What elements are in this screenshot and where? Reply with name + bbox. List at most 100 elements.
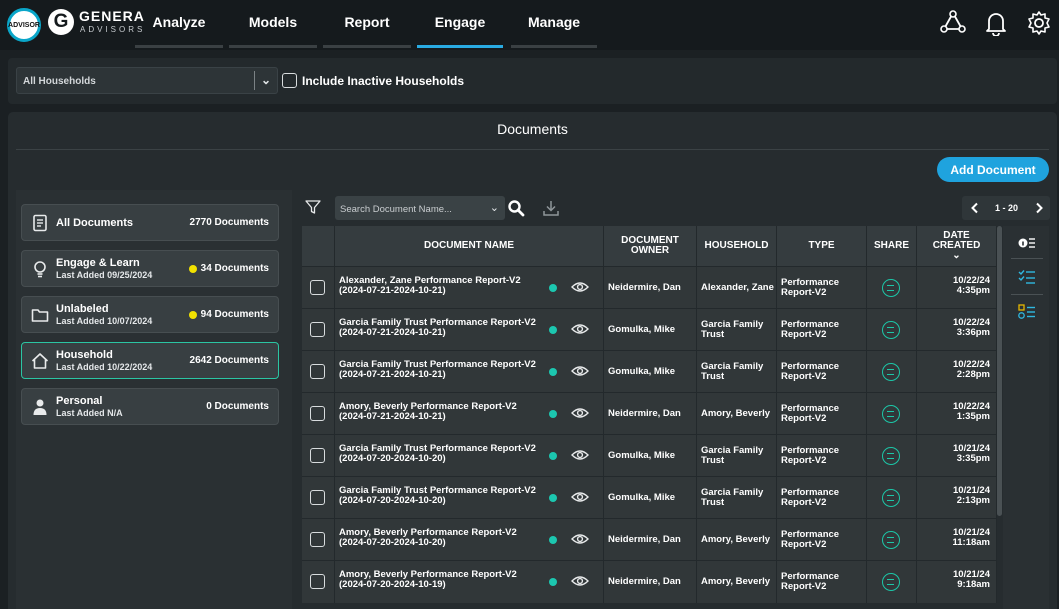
add-document-button[interactable]: Add Document <box>937 157 1049 182</box>
sort-chevron-icon[interactable]: ⌄ <box>952 250 960 261</box>
nav-models[interactable]: Models <box>229 0 317 50</box>
row-checkbox[interactable] <box>310 364 325 379</box>
checklist-icon[interactable] <box>1018 269 1036 285</box>
type-line: Report-V2 <box>781 329 827 340</box>
share-icon[interactable] <box>882 447 900 465</box>
nav-report[interactable]: Report <box>323 0 411 50</box>
share-icon[interactable] <box>882 321 900 339</box>
row-checkbox[interactable] <box>310 280 325 295</box>
household-cell: Garcia Family Trust <box>697 477 777 519</box>
row-checkbox[interactable] <box>310 532 325 547</box>
select-separator <box>254 71 255 90</box>
category-household[interactable]: Household Last Added 10/22/2024 2642 Doc… <box>21 342 279 379</box>
document-name-cell[interactable]: Garcia Family Trust Performance Report-V… <box>335 435 604 477</box>
eye-icon[interactable] <box>571 532 589 546</box>
header-household[interactable]: HOUSEHOLD <box>697 226 777 266</box>
eye-icon[interactable] <box>571 322 589 336</box>
household-name: Amory, Beverly <box>701 409 770 419</box>
category-unlabeled[interactable]: Unlabeled Last Added 10/07/2024 94 Docum… <box>21 296 279 333</box>
type-cell: Performance Report-V2 <box>777 561 867 603</box>
nav-manage[interactable]: Manage <box>511 0 597 50</box>
network-icon[interactable] <box>940 10 966 36</box>
chevron-down-icon[interactable]: ⌄ <box>261 73 271 87</box>
household-name: Amory, Beverly <box>701 535 770 545</box>
household-select[interactable]: All Households ⌄ <box>16 67 278 94</box>
row-checkbox[interactable] <box>310 322 325 337</box>
row-checkbox[interactable] <box>310 448 325 463</box>
document-name-cell[interactable]: Garcia Family Trust Performance Report-V… <box>335 477 604 519</box>
download-icon[interactable] <box>542 199 560 217</box>
row-checkbox[interactable] <box>310 490 325 505</box>
eye-icon[interactable] <box>571 490 589 504</box>
bell-icon[interactable] <box>983 10 1009 36</box>
row-select-cell <box>302 519 335 561</box>
share-icon[interactable] <box>882 363 900 381</box>
header-document-name[interactable]: DOCUMENT NAME <box>335 226 604 266</box>
share-icon[interactable] <box>882 405 900 423</box>
document-name-cell[interactable]: Garcia Family Trust Performance Report-V… <box>335 309 604 351</box>
table-row[interactable]: Garcia Family Trust Performance Report-V… <box>302 350 997 393</box>
document-owner-cell: Neidermire, Dan <box>604 519 697 561</box>
filter-icon[interactable] <box>305 199 321 215</box>
document-owner-cell: Neidermire, Dan <box>604 561 697 603</box>
nav-analyze[interactable]: Analyze <box>135 0 223 50</box>
table-row[interactable]: Amory, Beverly Performance Report-V2 (202… <box>302 518 997 561</box>
table-row[interactable]: Garcia Family Trust Performance Report-V… <box>302 308 997 351</box>
date-created-cell: 10/22/24 2:28pm <box>917 351 997 393</box>
document-name-cell[interactable]: Amory, Beverly Performance Report-V2 (202… <box>335 561 604 603</box>
search-icon[interactable] <box>507 199 525 217</box>
lightbulb-icon <box>34 261 46 278</box>
document-search-input[interactable]: Search Document Name... ⌄ <box>335 196 505 220</box>
document-type: Performance Report-V2 <box>781 404 839 424</box>
eye-icon[interactable] <box>571 574 589 588</box>
document-name-cell[interactable]: Amory, Beverly Performance Report-V2 (202… <box>335 519 604 561</box>
table-scrollbar[interactable] <box>997 226 1002 516</box>
table-row[interactable]: Amory, Beverly Performance Report-V2 (202… <box>302 560 997 603</box>
category-count-text: 34 Documents <box>200 263 269 274</box>
include-inactive-checkbox[interactable] <box>282 73 297 88</box>
chevron-left-icon[interactable] <box>970 202 980 214</box>
header-label: TYPE <box>808 240 835 251</box>
document-owner-cell: Gomulka, Mike <box>604 351 697 393</box>
table-row[interactable]: Alexander, Zane Performance Report-V2 (20… <box>302 266 997 309</box>
document-name-cell[interactable]: Amory, Beverly Performance Report-V2 (202… <box>335 393 604 435</box>
share-icon[interactable] <box>882 489 900 507</box>
row-select-cell <box>302 267 335 309</box>
document-date-range: (2024-07-21-2024-10-21) <box>339 411 446 422</box>
person-icon <box>33 399 47 415</box>
table-row[interactable]: Garcia Family Trust Performance Report-V… <box>302 434 997 477</box>
panel-divider <box>16 149 1049 150</box>
document-name-cell[interactable]: Alexander, Zane Performance Report-V2 (20… <box>335 267 604 309</box>
document-owner: Neidermire, Dan <box>608 282 681 293</box>
category-all-documents[interactable]: All Documents 2770 Documents <box>21 204 279 241</box>
share-icon[interactable] <box>882 279 900 297</box>
header-type[interactable]: TYPE <box>777 226 867 266</box>
eye-icon[interactable] <box>571 364 589 378</box>
header-document-owner[interactable]: DOCUMENT OWNER <box>604 226 697 266</box>
share-icon[interactable] <box>882 573 900 591</box>
gear-icon[interactable] <box>1026 10 1052 36</box>
table-row[interactable]: Garcia Family Trust Performance Report-V… <box>302 476 997 519</box>
eye-icon[interactable] <box>571 280 589 294</box>
share-cell <box>867 393 917 435</box>
header-date-created[interactable]: DATE CREATED ⌄ <box>917 226 997 266</box>
eye-icon[interactable] <box>571 448 589 462</box>
category-personal[interactable]: Personal Last Added N/A 0 Documents <box>21 388 279 425</box>
chevron-right-icon[interactable] <box>1034 202 1044 214</box>
document-name-cell[interactable]: Garcia Family Trust Performance Report-V… <box>335 351 604 393</box>
household-name: Garcia Family Trust <box>701 362 763 382</box>
nav-underline <box>511 45 597 48</box>
row-checkbox[interactable] <box>310 406 325 421</box>
chevron-down-icon[interactable]: ⌄ <box>490 201 499 214</box>
category-engage-learn[interactable]: Engage & Learn Last Added 09/25/2024 34 … <box>21 250 279 287</box>
share-icon[interactable] <box>882 531 900 549</box>
household-cell: Alexander, Zane <box>697 267 777 309</box>
info-list-icon[interactable] <box>1018 235 1036 251</box>
shapes-list-icon[interactable] <box>1018 304 1036 320</box>
table-row[interactable]: Amory, Beverly Performance Report-V2 (202… <box>302 392 997 435</box>
category-last-added: Last Added 10/07/2024 <box>56 316 153 326</box>
row-checkbox[interactable] <box>310 574 325 589</box>
nav-engage[interactable]: Engage <box>417 0 503 50</box>
header-share[interactable]: SHARE <box>867 226 917 266</box>
eye-icon[interactable] <box>571 406 589 420</box>
